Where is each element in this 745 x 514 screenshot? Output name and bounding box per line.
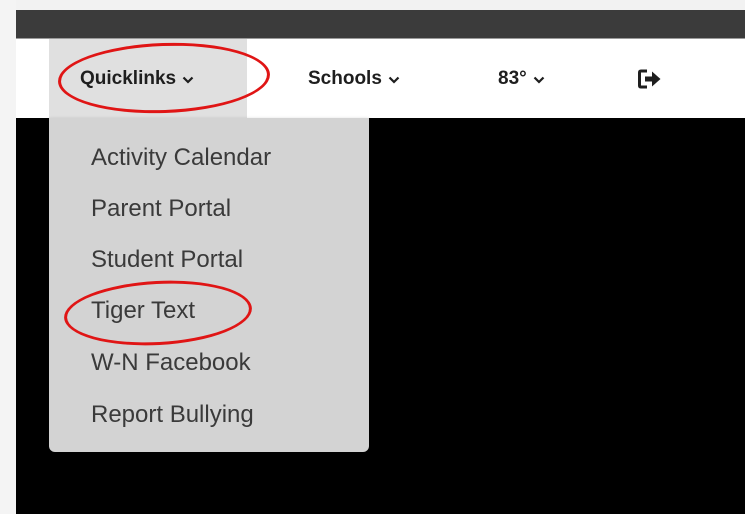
chevron-down-icon xyxy=(533,76,545,84)
nav-quicklinks[interactable]: Quicklinks xyxy=(49,39,247,118)
nav-weather-label: 83° xyxy=(498,67,527,89)
window-margin xyxy=(0,0,16,514)
menu-item-tiger-text[interactable]: Tiger Text xyxy=(91,297,195,325)
menu-item-wn-facebook[interactable]: W-N Facebook xyxy=(91,349,251,377)
nav-quicklinks-label: Quicklinks xyxy=(80,67,177,89)
chevron-down-icon xyxy=(388,76,400,84)
nav-schools[interactable]: Schools xyxy=(308,39,400,118)
logout-button[interactable] xyxy=(630,39,670,118)
nav-weather[interactable]: 83° xyxy=(498,39,545,118)
menu-item-student-portal[interactable]: Student Portal xyxy=(91,246,243,274)
menu-item-parent-portal[interactable]: Parent Portal xyxy=(91,195,231,223)
top-bar xyxy=(16,10,745,39)
menu-item-activity-calendar[interactable]: Activity Calendar xyxy=(91,144,271,172)
sign-out-icon xyxy=(638,69,661,88)
menu-item-report-bullying[interactable]: Report Bullying xyxy=(91,401,254,429)
quicklinks-dropdown: Activity Calendar Parent Portal Student … xyxy=(49,118,369,452)
nav-schools-label: Schools xyxy=(308,67,382,89)
main-nav: Quicklinks Schools 83° xyxy=(16,39,745,118)
chevron-down-icon xyxy=(182,76,194,84)
